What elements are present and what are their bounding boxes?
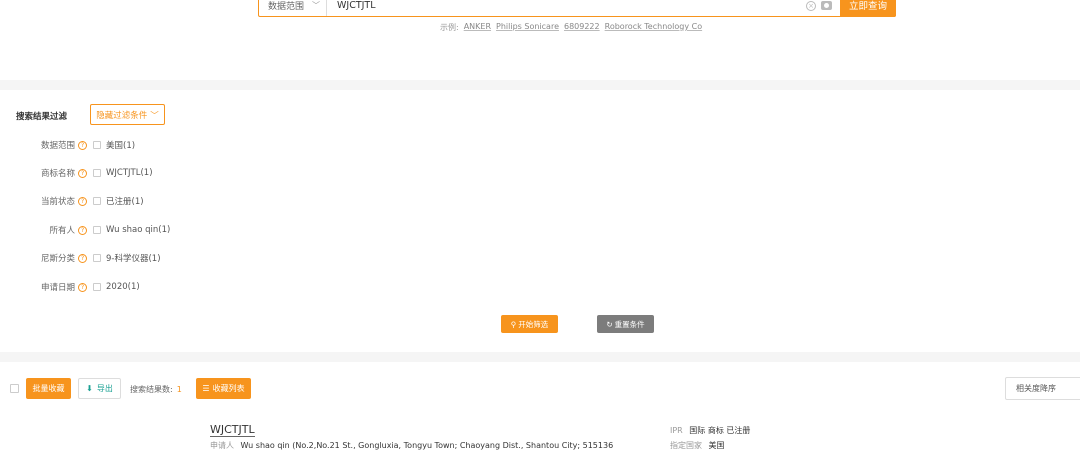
filter-checkbox[interactable] [93,141,101,149]
download-icon: ⬇ [86,384,93,393]
filter-label: 申请日期 [40,283,75,293]
help-icon[interactable]: ? [78,282,87,292]
filter-row-scope: 数据范围 ? 美国(1) [0,138,135,152]
filter-label: 数据范围 [40,141,75,151]
camera-icon[interactable] [821,1,832,10]
filter-checkbox[interactable] [93,283,101,291]
applicant-key: 申请人 [210,441,234,450]
scope-label: 数据范围 [268,2,305,12]
filter-row-name: 商标名称 ? WJCTJTL(1) [0,166,153,180]
help-icon[interactable]: ? [78,168,87,178]
country-key: 指定国家 [670,441,702,450]
search-bar: 数据范围 ﹀ × 立即查询 [258,0,896,17]
filter-checkbox[interactable] [93,226,101,234]
filter-row-date: 申请日期 ? 2020(1) [0,280,140,294]
filter-row-status: 当前状态 ? 已注册(1) [0,194,144,208]
refresh-icon: ↻ [606,319,613,329]
result-count: 搜索结果数: 1 [130,384,182,395]
section-divider [0,352,1080,362]
filter-option[interactable]: 2020(1) [106,282,140,292]
section-divider [0,80,1080,90]
applicant-value: Wu shao qin (No.2,No.21 St., Gongluxia, … [240,441,614,450]
example-link[interactable]: Philips Sonicare [496,22,559,33]
hide-filter-button[interactable]: 隐藏过滤条件 ﹀ [90,104,165,125]
chevron-down-icon: ﹀ [150,110,159,121]
search-submit-button[interactable]: 立即查询 [840,0,896,17]
country-value: 美国 [708,441,725,450]
filter-option[interactable]: Wu shao qin(1) [106,225,170,235]
chevron-down-icon: ﹀ [312,1,320,10]
example-link[interactable]: Roborock Technology Co [605,22,702,33]
select-all-checkbox[interactable] [10,384,19,393]
hide-filter-label: 隐藏过滤条件 [96,110,148,121]
example-link[interactable]: 6809222 [564,22,600,33]
result-applicant: 申请人 Wu shao qin (No.2,No.21 St., Gonglux… [210,440,613,450]
result-count-label: 搜索结果数: [130,385,173,394]
filter-label: 所有人 [49,226,75,236]
filter-label: 商标名称 [40,169,75,179]
batch-favorite-button[interactable]: 批量收藏 [26,378,71,399]
scope-select[interactable]: 数据范围 ﹀ [259,0,327,16]
help-icon[interactable]: ? [78,225,87,235]
ipr-key: IPR [670,426,683,435]
export-label: 导出 [96,384,113,393]
example-link[interactable]: ANKER [464,22,491,33]
export-button[interactable]: ⬇ 导出 [78,378,121,399]
filter-title: 搜索结果过滤 [16,112,68,122]
reset-filter-label: 重置条件 [614,319,645,329]
help-icon[interactable]: ? [78,196,87,206]
search-input[interactable] [327,0,806,16]
filter-option[interactable]: 美国(1) [106,139,135,151]
filter-checkbox[interactable] [93,169,101,177]
result-count-value: 1 [176,385,182,394]
filter-label: 尼斯分类 [40,254,75,264]
result-country: 指定国家 美国 [670,440,725,450]
filter-icon: ⚲ [510,319,517,329]
filter-row-owner: 所有人 ? Wu shao qin(1) [0,223,170,237]
filter-label: 当前状态 [40,197,75,207]
filter-checkbox[interactable] [93,197,101,205]
ipr-value: 国际 商标 已注册 [689,426,751,435]
start-filter-label: 开始筛选 [518,319,549,329]
filter-option[interactable]: 9-科学仪器(1) [106,252,161,264]
favorites-list-label: 收藏列表 [212,384,245,393]
list-icon: ☰ [202,384,210,393]
result-ipr: IPR 国际 商标 已注册 [670,425,750,436]
sort-select[interactable]: 相关度降序 [1005,377,1080,400]
result-trademark-name[interactable]: WJCTJTL [210,424,255,437]
favorites-list-button[interactable]: ☰ 收藏列表 [196,378,251,399]
examples-prefix: 示例: [440,23,459,32]
help-icon[interactable]: ? [78,253,87,263]
filter-row-nice-class: 尼斯分类 ? 9-科学仪器(1) [0,251,161,265]
help-icon[interactable]: ? [78,140,87,150]
filter-option[interactable]: WJCTJTL(1) [106,168,153,178]
reset-filter-button[interactable]: ↻ 重置条件 [597,315,654,333]
clear-icon[interactable]: × [806,0,816,11]
filter-checkbox[interactable] [93,254,101,262]
start-filter-button[interactable]: ⚲ 开始筛选 [501,315,558,333]
search-examples: 示例: ANKER Philips Sonicare 6809222 Robor… [440,22,702,33]
filter-option[interactable]: 已注册(1) [106,195,144,207]
